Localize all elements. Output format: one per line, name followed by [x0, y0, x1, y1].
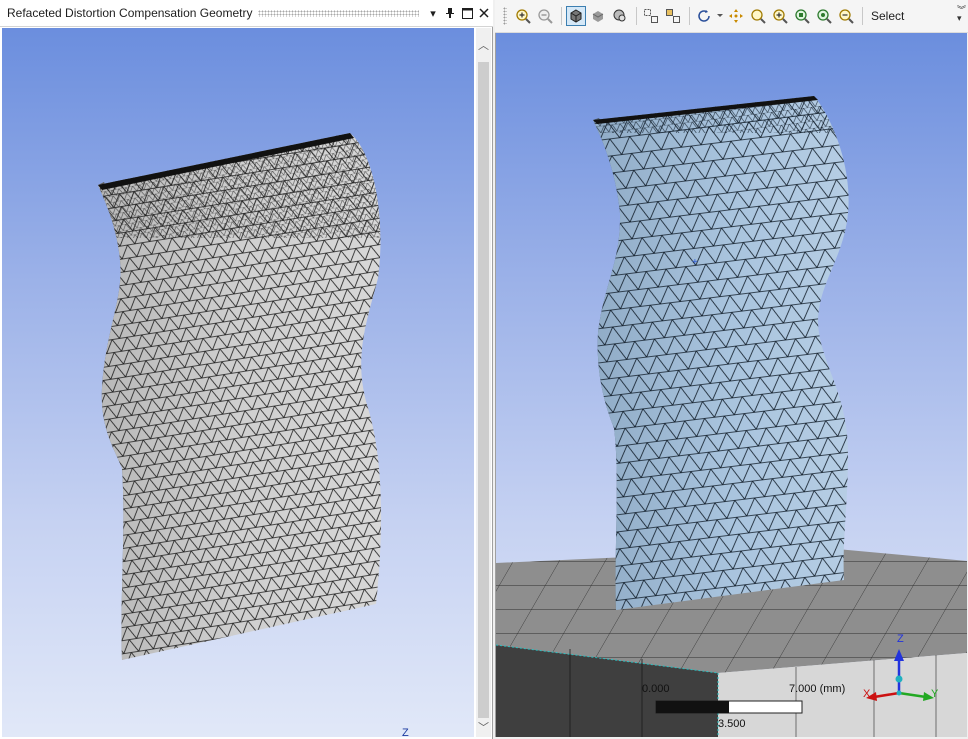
toolbar-separator: [636, 7, 637, 25]
left-viewport[interactable]: Z: [2, 28, 474, 737]
zoom-out-icon[interactable]: [535, 6, 555, 26]
zoom-all-icon[interactable]: [792, 6, 812, 26]
triad-x-label: X: [863, 688, 871, 700]
zoom-fit-icon[interactable]: [770, 6, 790, 26]
scroll-thumb[interactable]: [478, 62, 489, 718]
fit-box-icon[interactable]: [663, 6, 683, 26]
toolbar-separator: [561, 7, 562, 25]
dropdown-icon[interactable]: ▾: [425, 5, 441, 21]
box-zoom-icon[interactable]: [641, 6, 661, 26]
triad-z-label: Z: [897, 633, 904, 645]
left-axis-label: Z: [402, 727, 409, 737]
drag-grip[interactable]: [258, 9, 419, 17]
zoom-icon[interactable]: [748, 6, 768, 26]
right-panel: Select ︾ ▾ + 0.000 7.000 (mm) 3.500 Z X …: [495, 0, 968, 739]
view-options-icon[interactable]: [610, 6, 630, 26]
maximize-icon[interactable]: [459, 5, 475, 21]
panel-titlebar: Refaceted Distortion Compensation Geomet…: [0, 0, 493, 27]
zoom-previous-icon[interactable]: [836, 6, 856, 26]
left-mesh-model: Z: [98, 133, 409, 737]
zoom-selection-icon[interactable]: [814, 6, 834, 26]
scale-mid-label: 3.500: [718, 718, 746, 730]
scroll-up-icon[interactable]: ︿: [476, 36, 491, 53]
right-viewport[interactable]: + 0.000 7.000 (mm) 3.500 Z X Y: [495, 33, 967, 737]
cursor-marker: +: [692, 257, 698, 268]
scale-end-label: 7.000 (mm): [789, 683, 846, 695]
rotate-icon[interactable]: [694, 6, 714, 26]
vertical-scrollbar[interactable]: ︿ ﹀: [476, 28, 491, 737]
pan-icon[interactable]: [726, 6, 746, 26]
toolbar-overflow-icon[interactable]: ︾ ▾: [957, 6, 966, 23]
chevron-down-icon[interactable]: [716, 6, 724, 26]
toolbar-separator: [689, 7, 690, 25]
pin-icon[interactable]: [442, 5, 458, 21]
toolbar-separator: [862, 7, 863, 25]
panel-title: Refaceted Distortion Compensation Geomet…: [7, 6, 253, 20]
scroll-down-icon[interactable]: ﹀: [476, 718, 491, 735]
left-panel: Refaceted Distortion Compensation Geomet…: [0, 0, 493, 739]
shaded-view-icon[interactable]: [588, 6, 608, 26]
triad-y-label: Y: [931, 688, 939, 700]
toolbar-grip[interactable]: [503, 7, 507, 25]
close-icon[interactable]: [476, 5, 492, 21]
view-toolbar: Select ︾ ▾: [495, 0, 968, 33]
select-mode-dropdown[interactable]: Select: [871, 9, 904, 23]
right-mesh-model: +: [496, 96, 967, 737]
zoom-in-icon[interactable]: [513, 6, 533, 26]
isometric-view-icon[interactable]: [566, 6, 586, 26]
scale-start-label: 0.000: [642, 683, 670, 695]
